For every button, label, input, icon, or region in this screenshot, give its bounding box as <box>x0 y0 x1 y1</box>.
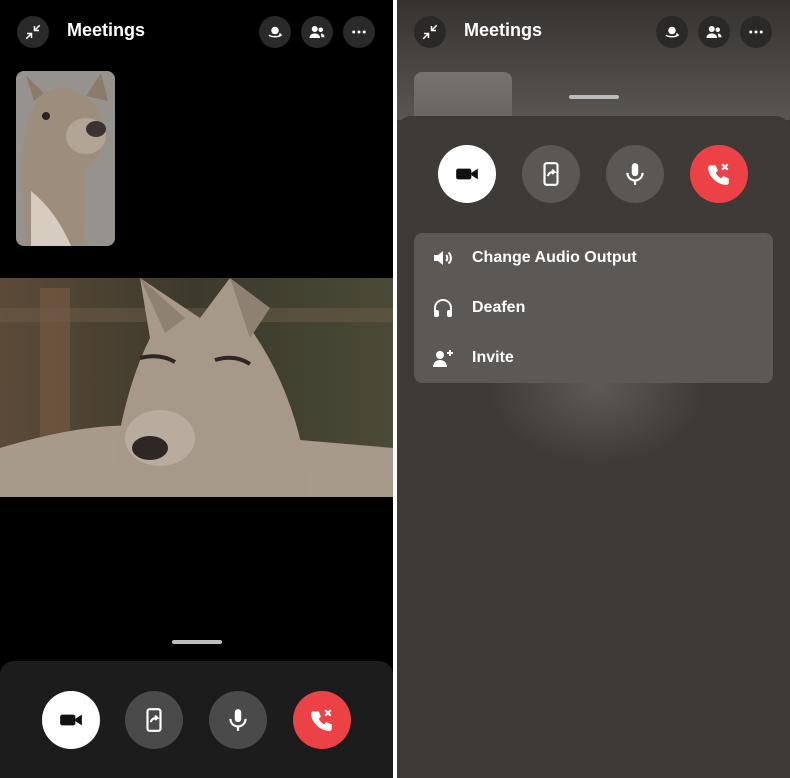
menu-item-invite[interactable]: Invite <box>414 333 773 383</box>
call-controls-panel <box>0 661 393 778</box>
participants-icon <box>706 26 722 38</box>
call-options-menu: Change Audio Output Deafen Invite <box>414 233 773 383</box>
menu-item-change-audio-output[interactable]: Change Audio Output <box>414 233 773 283</box>
participants-button[interactable] <box>301 16 333 48</box>
drag-handle[interactable] <box>172 640 222 644</box>
minimize-icon <box>25 24 41 40</box>
screen-share-button[interactable] <box>125 691 183 749</box>
self-video-thumbnail[interactable] <box>16 71 115 246</box>
kangaroo-image-small <box>16 71 115 246</box>
headphones-icon <box>430 295 456 321</box>
menu-item-deafen[interactable]: Deafen <box>414 283 773 333</box>
more-options-button[interactable] <box>343 16 375 48</box>
drag-handle[interactable] <box>569 95 619 99</box>
video-camera-icon <box>456 168 478 180</box>
call-options-sheet <box>397 116 790 778</box>
end-call-button[interactable] <box>293 691 351 749</box>
more-icon <box>749 30 763 34</box>
participants-icon <box>309 26 325 38</box>
call-header: Meetings <box>0 0 393 64</box>
menu-item-label: Invite <box>472 349 514 366</box>
speaker-icon <box>430 245 456 271</box>
self-video-thumbnail-dimmed <box>414 72 512 122</box>
camera-flip-icon <box>665 26 680 38</box>
more-options-button[interactable] <box>740 16 772 48</box>
minimize-icon <box>422 24 438 40</box>
end-call-icon <box>311 709 332 731</box>
video-toggle-button[interactable] <box>42 691 100 749</box>
menu-item-label: Change Audio Output <box>472 249 637 266</box>
microphone-icon <box>626 163 644 185</box>
video-camera-icon <box>60 714 82 726</box>
microphone-icon <box>229 709 247 731</box>
microphone-button[interactable] <box>606 145 664 203</box>
end-call-button[interactable] <box>690 145 748 203</box>
page-title: Meetings <box>67 20 146 40</box>
main-video-feed[interactable] <box>0 278 393 497</box>
add-person-icon <box>430 345 456 371</box>
participants-button[interactable] <box>698 16 730 48</box>
menu-item-label: Deafen <box>472 299 526 316</box>
call-screen-menu-open: Meetings Change Audio Output Deafen Invi… <box>397 0 790 778</box>
minimize-button[interactable] <box>414 16 446 48</box>
camera-flip-icon <box>268 26 283 38</box>
screen-share-icon <box>146 708 162 732</box>
camera-flip-button[interactable] <box>259 16 291 48</box>
end-call-icon <box>708 163 729 185</box>
page-title: Meetings <box>464 20 543 40</box>
minimize-button[interactable] <box>17 16 49 48</box>
screen-share-button[interactable] <box>522 145 580 203</box>
camera-flip-button[interactable] <box>656 16 688 48</box>
call-header: Meetings <box>397 0 790 64</box>
more-icon <box>352 30 366 34</box>
kangaroo-image-large <box>0 278 393 497</box>
microphone-button[interactable] <box>209 691 267 749</box>
call-screen-video: Meetings <box>0 0 393 778</box>
screen-share-icon <box>543 162 559 186</box>
video-toggle-button[interactable] <box>438 145 496 203</box>
